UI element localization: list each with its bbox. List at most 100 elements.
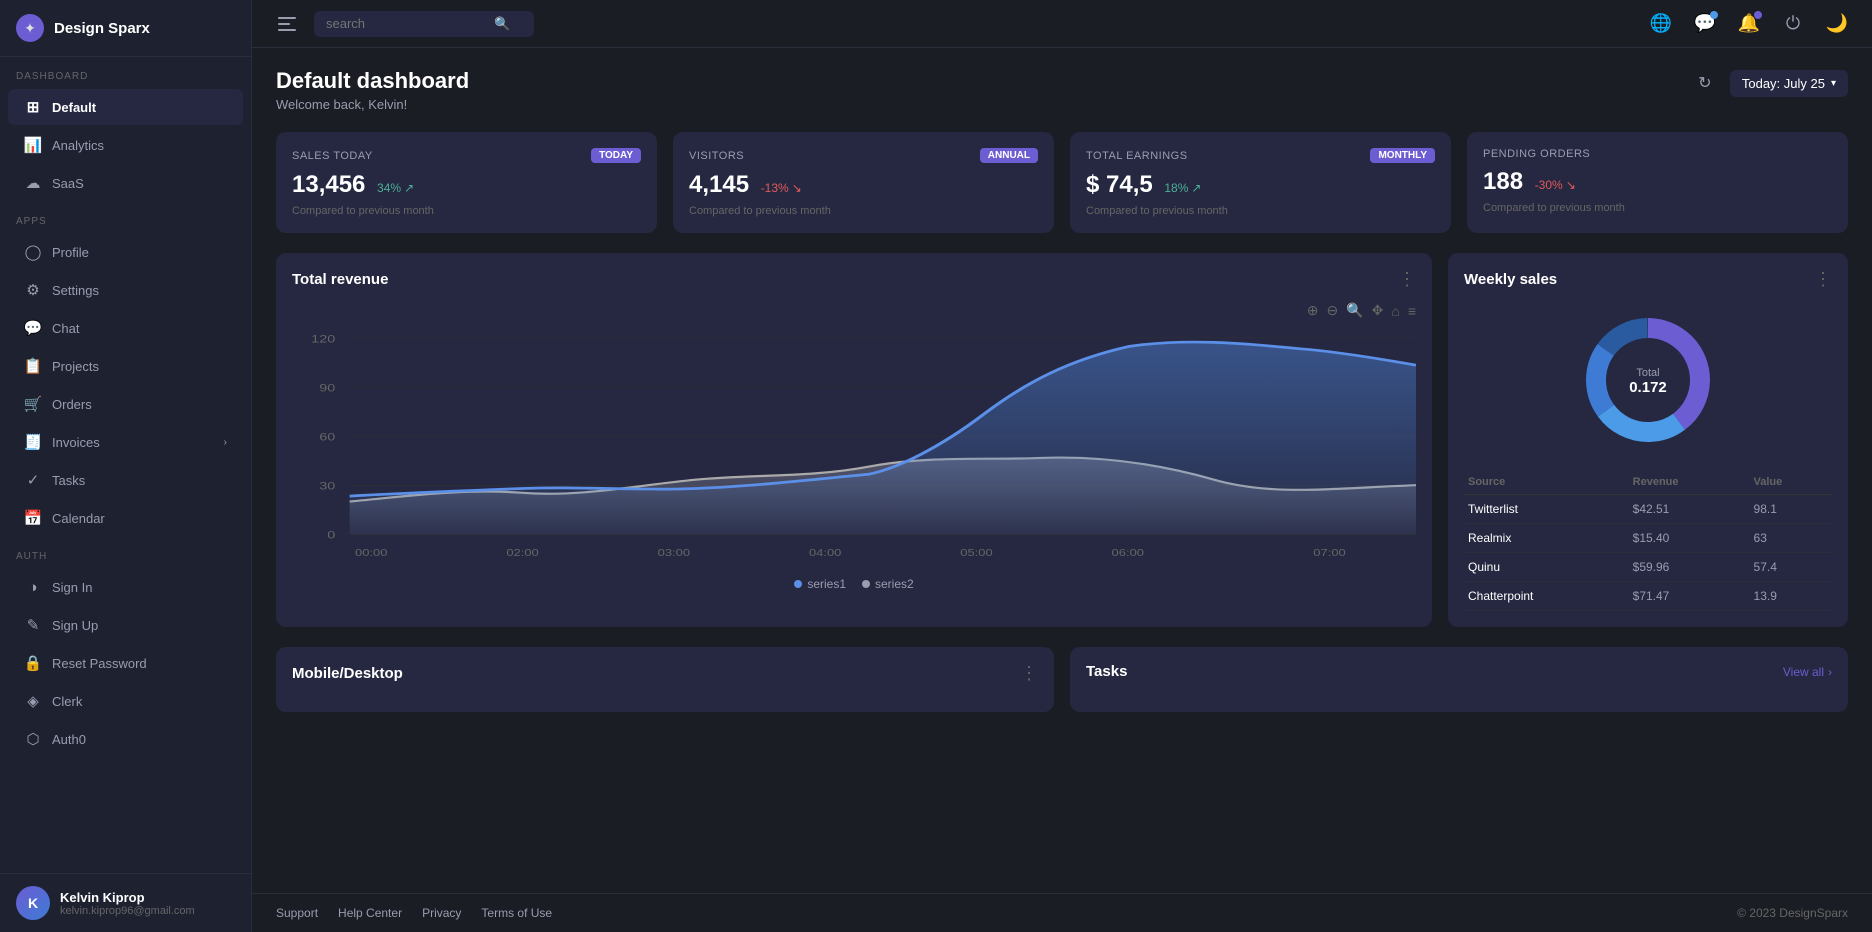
sidebar-item-label: Reset Password <box>52 656 147 671</box>
tasks-icon: ✓ <box>24 471 42 489</box>
table-row: Quinu$59.9657.4 <box>1464 553 1832 582</box>
weekly-sales-menu[interactable]: ⋮ <box>1814 269 1832 290</box>
sidebar-item-orders[interactable]: 🛒 Orders <box>8 386 243 422</box>
stat-label: TOTAL EARNINGS <box>1086 150 1188 162</box>
avatar: K <box>16 886 50 920</box>
legend-series1: series1 <box>794 577 846 591</box>
table-row: Chatterpoint$71.4713.9 <box>1464 582 1832 611</box>
sidebar-item-profile[interactable]: ◯ Profile <box>8 234 243 270</box>
svg-text:90: 90 <box>319 381 335 394</box>
calendar-icon: 📅 <box>24 509 42 527</box>
stat-change: -30% ↘ <box>1535 178 1576 192</box>
legend-dot-series2 <box>862 580 870 588</box>
footer-copyright: © 2023 DesignSparx <box>1737 906 1848 920</box>
sidebar-toggle-button[interactable] <box>272 9 302 39</box>
section-dashboard-label: DASHBOARD <box>0 57 251 88</box>
sidebar-item-label: Projects <box>52 359 99 374</box>
revenue-cell: $71.47 <box>1629 582 1750 611</box>
footer-links: Support Help Center Privacy Terms of Use <box>276 906 552 920</box>
topbar: 🔍 🌐 💬 🔔 ⏻ 🌙 <box>252 0 1872 48</box>
stat-badge: TODAY <box>591 148 641 163</box>
sidebar-item-chat[interactable]: 💬 Chat <box>8 310 243 346</box>
sidebar-item-resetpassword[interactable]: 🔒 Reset Password <box>8 645 243 681</box>
value-cell: 63 <box>1750 524 1832 553</box>
saas-icon: ☁ <box>24 174 42 192</box>
mobile-desktop-menu[interactable]: ⋮ <box>1020 663 1038 684</box>
sidebar-item-signin[interactable]: ◑ Sign In <box>8 569 243 605</box>
section-auth-label: AUTH <box>0 537 251 568</box>
refresh-button[interactable]: ↻ <box>1690 68 1720 98</box>
value-cell: 13.9 <box>1750 582 1832 611</box>
bottom-row: Mobile/Desktop ⋮ Tasks View all › <box>276 647 1848 712</box>
stat-card-visitors: VISITORS ANNUAL 4,145 -13% ↘ Compared to… <box>673 132 1054 233</box>
legend-series2: series2 <box>862 577 914 591</box>
page-subtitle: Welcome back, Kelvin! <box>276 97 469 112</box>
view-all-button[interactable]: View all › <box>1783 665 1832 679</box>
revenue-chart-area: 120 90 60 30 0 00:00 02:00 03:00 04:00 0… <box>292 327 1416 567</box>
sidebar-logo: ✦ Design Sparx <box>0 0 251 57</box>
tasks-card: Tasks View all › <box>1070 647 1848 712</box>
language-button[interactable]: 🌐 <box>1646 9 1676 39</box>
logo-icon: ✦ <box>16 14 44 42</box>
sidebar-item-invoices[interactable]: 🧾 Invoices › <box>8 424 243 460</box>
stat-label: SALES TODAY <box>292 150 373 162</box>
sidebar-item-signup[interactable]: ✎ Sign Up <box>8 607 243 643</box>
zoom-in-icon[interactable]: ⊕ <box>1307 302 1319 319</box>
sidebar-item-clerk[interactable]: ◈ Clerk <box>8 683 243 719</box>
content-area: Default dashboard Welcome back, Kelvin! … <box>252 48 1872 893</box>
revenue-cell: $59.96 <box>1629 553 1750 582</box>
donut-chart: Total 0.172 <box>1464 310 1832 450</box>
stat-value: 188 <box>1483 168 1523 195</box>
revenue-cell: $15.40 <box>1629 524 1750 553</box>
footer-terms[interactable]: Terms of Use <box>481 906 552 920</box>
sidebar-item-label: Default <box>52 100 96 115</box>
footer-support[interactable]: Support <box>276 906 318 920</box>
search-input[interactable] <box>326 16 486 31</box>
sidebar-item-settings[interactable]: ⚙ Settings <box>8 272 243 308</box>
mobile-desktop-title: Mobile/Desktop <box>292 665 403 682</box>
sidebar-item-calendar[interactable]: 📅 Calendar <box>8 500 243 536</box>
sidebar-item-saas[interactable]: ☁ SaaS <box>8 165 243 201</box>
sidebar-item-analytics[interactable]: 📊 Analytics <box>8 127 243 163</box>
theme-toggle-button[interactable]: 🌙 <box>1822 9 1852 39</box>
table-header-source: Source <box>1464 470 1629 495</box>
footer-privacy[interactable]: Privacy <box>422 906 461 920</box>
chevron-down-icon: ▾ <box>1831 78 1836 89</box>
table-row: Twitterlist$42.5198.1 <box>1464 495 1832 524</box>
sidebar-item-label: Tasks <box>52 473 85 488</box>
home-icon[interactable]: ⌂ <box>1391 303 1399 319</box>
mobile-desktop-card: Mobile/Desktop ⋮ <box>276 647 1054 712</box>
menu-icon[interactable]: ≡ <box>1408 303 1416 319</box>
date-selector[interactable]: Today: July 25 ▾ <box>1730 70 1848 97</box>
revenue-chart-title: Total revenue <box>292 271 388 288</box>
dashboard-icon: ⊞ <box>24 98 42 116</box>
legend-label-series1: series1 <box>807 577 846 591</box>
analytics-icon: 📊 <box>24 136 42 154</box>
sidebar-item-projects[interactable]: 📋 Projects <box>8 348 243 384</box>
pan-icon[interactable]: ✥ <box>1372 302 1384 319</box>
profile-icon: ◯ <box>24 243 42 261</box>
stat-label: PENDING ORDERS <box>1483 148 1590 160</box>
weekly-sales-card: Weekly sales ⋮ Total 0.172 <box>1448 253 1848 627</box>
stats-row: SALES TODAY TODAY 13,456 34% ↗ Compared … <box>276 132 1848 233</box>
sidebar: ✦ Design Sparx DASHBOARD ⊞ Default 📊 Ana… <box>0 0 252 932</box>
footer-helpcenter[interactable]: Help Center <box>338 906 402 920</box>
svg-text:06:00: 06:00 <box>1112 548 1144 558</box>
stat-compare: Compared to previous month <box>292 205 641 217</box>
stat-label: VISITORS <box>689 150 744 162</box>
zoom-icon[interactable]: 🔍 <box>1346 302 1363 319</box>
zoom-out-icon[interactable]: ⊖ <box>1326 302 1338 319</box>
stat-card-orders: PENDING ORDERS 188 -30% ↘ Compared to pr… <box>1467 132 1848 233</box>
sidebar-item-default[interactable]: ⊞ Default <box>8 89 243 125</box>
power-button[interactable]: ⏻ <box>1778 9 1808 39</box>
notifications-button[interactable]: 🔔 <box>1734 9 1764 39</box>
topbar-right: 🌐 💬 🔔 ⏻ 🌙 <box>1646 9 1852 39</box>
revenue-chart-menu[interactable]: ⋮ <box>1398 269 1416 290</box>
legend-label-series2: series2 <box>875 577 914 591</box>
sidebar-item-auth0[interactable]: ⬡ Auth0 <box>8 721 243 757</box>
sidebar-item-tasks[interactable]: ✓ Tasks <box>8 462 243 498</box>
messages-button[interactable]: 💬 <box>1690 9 1720 39</box>
sidebar-item-label: Auth0 <box>52 732 86 747</box>
legend-dot-series1 <box>794 580 802 588</box>
svg-text:Total: Total <box>1636 367 1659 379</box>
